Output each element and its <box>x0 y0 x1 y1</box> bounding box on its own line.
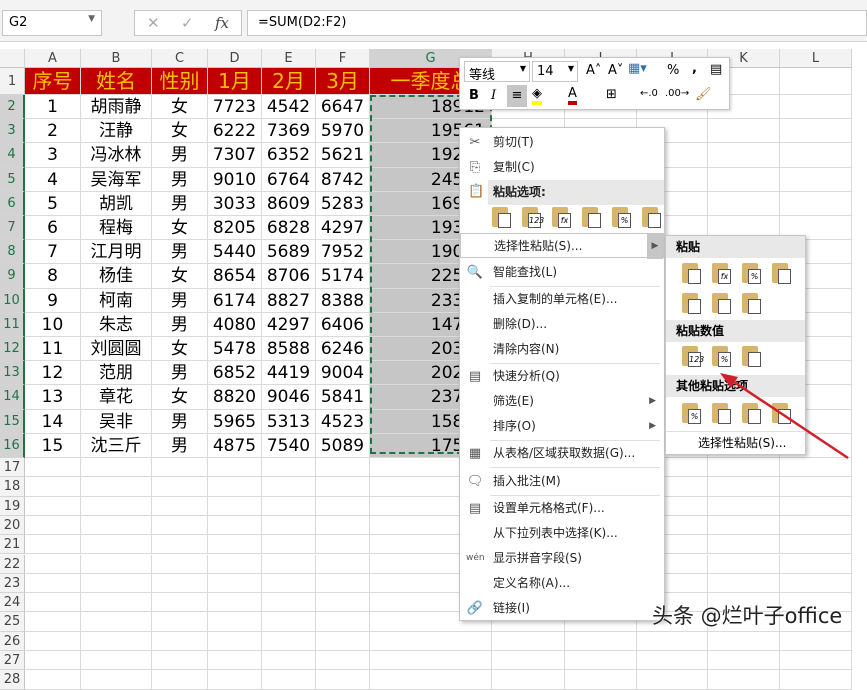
empty-cell[interactable] <box>492 670 565 690</box>
empty-cell[interactable] <box>492 651 565 671</box>
empty-cell[interactable] <box>370 670 492 690</box>
row-header-28[interactable]: 28 <box>0 670 25 690</box>
empty-cell[interactable] <box>565 651 637 671</box>
empty-cell[interactable] <box>152 651 208 671</box>
empty-cell[interactable] <box>637 670 708 690</box>
row-header-27[interactable]: 27 <box>0 651 25 671</box>
empty-cell[interactable] <box>316 651 370 671</box>
empty-cell[interactable] <box>152 670 208 690</box>
empty-cell[interactable] <box>208 651 262 671</box>
empty-cell[interactable] <box>780 670 852 690</box>
empty-cell[interactable] <box>208 670 262 690</box>
empty-cell[interactable] <box>780 651 852 671</box>
empty-cell[interactable] <box>637 651 708 671</box>
empty-cell[interactable] <box>81 670 152 690</box>
empty-cell[interactable] <box>565 670 637 690</box>
empty-cell[interactable] <box>708 670 780 690</box>
empty-cell[interactable] <box>370 651 492 671</box>
empty-cell[interactable] <box>262 670 316 690</box>
empty-cell[interactable] <box>262 651 316 671</box>
empty-cell[interactable] <box>25 651 81 671</box>
watermark: 头条 @烂叶子office <box>652 604 843 628</box>
empty-cell[interactable] <box>708 651 780 671</box>
empty-cell[interactable] <box>316 670 370 690</box>
empty-cell[interactable] <box>81 651 152 671</box>
empty-cell[interactable] <box>25 670 81 690</box>
annotation-arrow <box>720 373 849 460</box>
